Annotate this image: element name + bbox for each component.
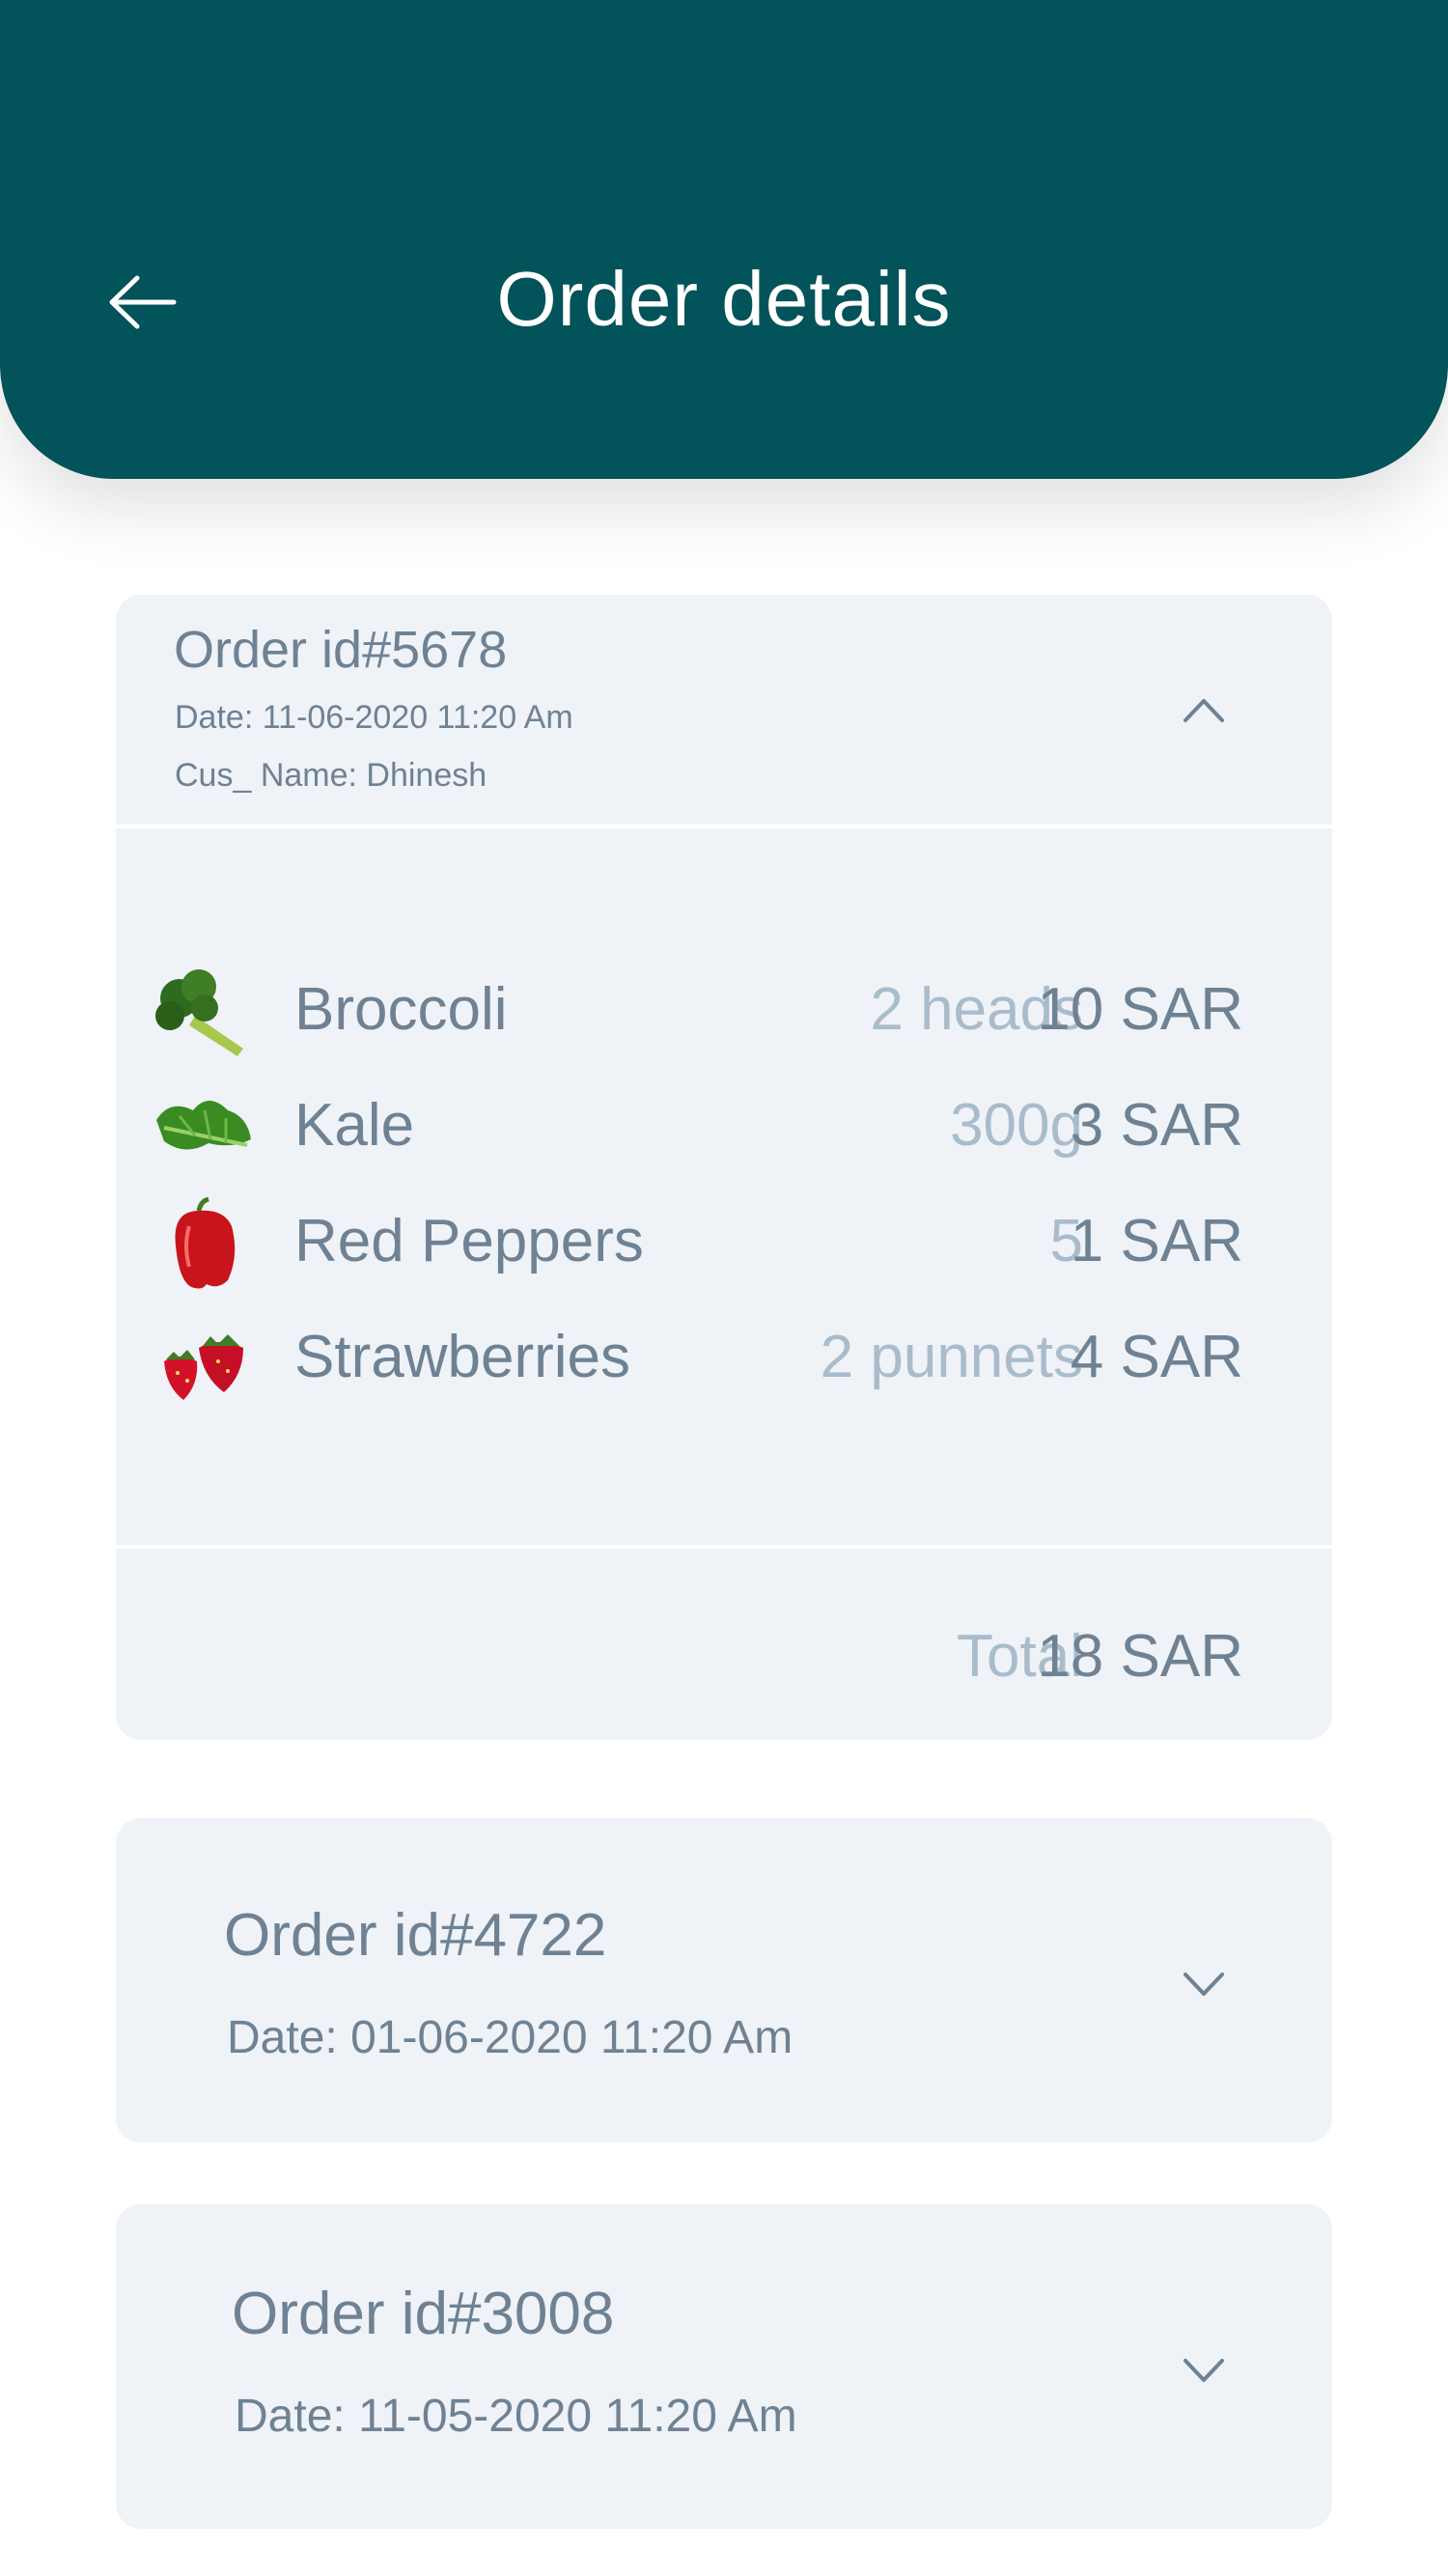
divider	[116, 1545, 1332, 1549]
page-title: Order details	[496, 256, 952, 342]
item-price: 4 SAR	[1070, 1324, 1243, 1390]
customer-name: Cus_ Name: Dhinesh	[175, 757, 487, 794]
item-price: 3 SAR	[1070, 1092, 1243, 1159]
item-quantity: 2 punnets	[820, 1324, 1083, 1390]
strawberries-icon	[164, 1334, 243, 1400]
order-item: Kale 300g 3 SAR	[116, 1078, 1332, 1184]
order-card-5678: Order id#5678 Date: 11-06-2020 11:20 Am …	[116, 595, 1332, 1740]
order-id: Order id#4722	[224, 1902, 607, 1969]
order-item: Broccoli 2 heads 10 SAR	[116, 962, 1332, 1068]
broccoli-icon	[155, 969, 243, 1056]
item-name: Red Peppers	[294, 1208, 644, 1274]
chevron-down-icon[interactable]	[1182, 1969, 1226, 1998]
app-header: Order details	[0, 0, 1448, 479]
order-item: Red Peppers 5 1 SAR	[116, 1193, 1332, 1300]
red-pepper-icon	[175, 1197, 236, 1289]
divider	[116, 825, 1332, 828]
total-value: 18 SAR	[1037, 1623, 1243, 1690]
item-name: Kale	[294, 1092, 415, 1159]
item-quantity: 300g	[950, 1092, 1083, 1159]
order-date: Date: 01-06-2020 11:20 Am	[227, 2012, 794, 2063]
order-card-header[interactable]: Order id#5678 Date: 11-06-2020 11:20 Am …	[116, 595, 1332, 825]
order-id: Order id#3008	[232, 2281, 615, 2347]
chevron-down-icon[interactable]	[1182, 2355, 1226, 2384]
order-date: Date: 11-06-2020 11:20 Am	[175, 699, 573, 736]
kale-icon	[156, 1101, 251, 1150]
order-date: Date: 11-05-2020 11:20 Am	[235, 2391, 797, 2442]
order-card-4722[interactable]: Order id#4722 Date: 01-06-2020 11:20 Am	[116, 1818, 1332, 2142]
item-price: 1 SAR	[1070, 1208, 1243, 1274]
order-card-3008[interactable]: Order id#3008 Date: 11-05-2020 11:20 Am	[116, 2204, 1332, 2529]
item-name: Broccoli	[294, 976, 508, 1043]
chevron-up-icon[interactable]	[1182, 695, 1226, 724]
order-id: Order id#5678	[174, 621, 508, 679]
item-name: Strawberries	[294, 1324, 630, 1390]
order-item: Strawberries 2 punnets 4 SAR	[116, 1309, 1332, 1415]
item-price: 10 SAR	[1037, 976, 1243, 1043]
